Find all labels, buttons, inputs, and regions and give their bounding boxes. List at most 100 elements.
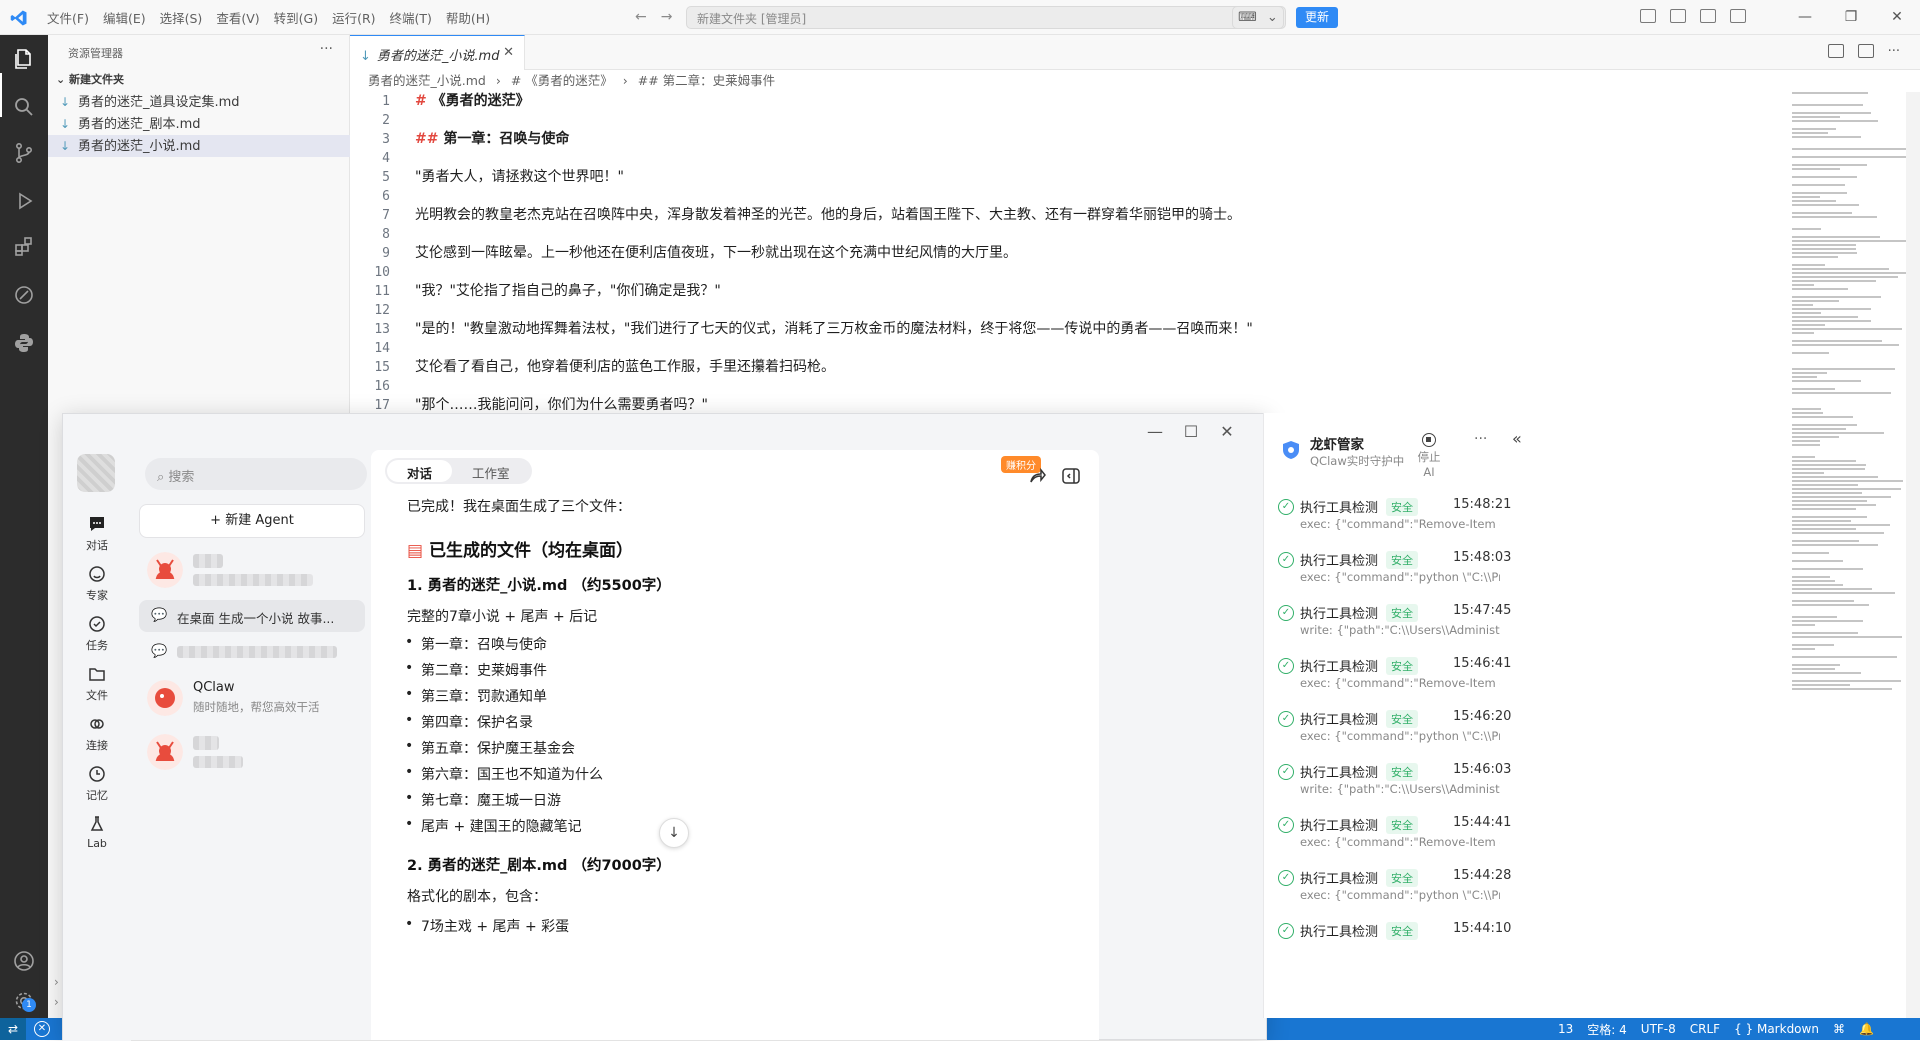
command-center[interactable]: 新建文件夹 [管理员] (686, 6, 1286, 29)
rail-connect[interactable]: 连接 (63, 714, 131, 753)
source-control-icon[interactable] (12, 141, 36, 165)
detection-item[interactable]: ✓ 执行工具检测 安全 15:48:03 exec: {"command":"pytho… (1278, 548, 1511, 598)
agent-item[interactable] (139, 730, 365, 774)
detection-item[interactable]: ✓ 执行工具检测 安全 15:48:21 exec: {"command":"Remov… (1278, 495, 1511, 545)
chevron-right-icon[interactable]: › (54, 995, 59, 1009)
python-icon[interactable] (12, 331, 36, 355)
status-encoding[interactable]: UTF-8 (1641, 1022, 1676, 1036)
detection-item[interactable]: ✓ 执行工具检测 安全 15:44:28 exec: {"command":"pytho… (1278, 866, 1511, 916)
breadcrumb-heading-2[interactable]: ## 第二章：史莱姆事件 (638, 73, 775, 88)
tab-active-file[interactable]: ↓ 勇者的迷茫_小说.md ✕ (350, 35, 525, 70)
toggle-secondary-sidebar-icon[interactable] (1730, 9, 1746, 23)
menu-edit[interactable]: 编辑(E) (96, 8, 153, 27)
search-icon[interactable] (12, 95, 36, 119)
status-line-col[interactable]: 13 (1558, 1022, 1573, 1036)
open-preview-icon[interactable] (1827, 44, 1844, 58)
rail-chat[interactable]: 对话 (63, 514, 131, 553)
search-input[interactable]: ⌕ 搜索 (145, 458, 367, 490)
stop-ai-button[interactable]: 停止AI (1414, 433, 1444, 479)
detection-item[interactable]: ✓ 执行工具检测 安全 15:44:41 exec: {"command":"Remov… (1278, 813, 1511, 863)
rail-files[interactable]: 文件 (63, 664, 131, 703)
restore-icon[interactable]: ❐ (1828, 0, 1874, 35)
toggle-panel-icon[interactable] (1700, 9, 1716, 23)
breadcrumb-file[interactable]: 勇者的迷茫_小说.md (368, 73, 486, 88)
safe-badge: 安全 (1386, 657, 1418, 675)
minimap-line (1792, 444, 1820, 446)
more-actions-icon[interactable]: ··· (1474, 431, 1487, 447)
close-icon[interactable]: ✕ (1874, 0, 1920, 35)
menu-terminal[interactable]: 终端(T) (383, 8, 439, 27)
chevron-right-icon[interactable]: › (54, 975, 59, 989)
user-avatar[interactable] (77, 454, 115, 492)
maximize-icon[interactable]: ☐ (1173, 420, 1209, 444)
close-icon[interactable]: ✕ (503, 45, 514, 60)
menu-selection[interactable]: 选择(S) (153, 8, 210, 27)
notifications-icon[interactable]: 🔔 (1859, 1022, 1874, 1036)
minimap-line (1792, 300, 1839, 302)
menu-help[interactable]: 帮助(H) (439, 8, 497, 27)
agent-item[interactable] (139, 548, 365, 592)
remote-explorer-icon[interactable] (12, 283, 36, 307)
scroll-to-bottom-button[interactable]: ↓ (659, 818, 689, 848)
run-debug-icon[interactable] (12, 189, 36, 213)
detection-item[interactable]: ✓ 执行工具检测 安全 15:44:10 (1278, 919, 1511, 969)
minimap-line (1792, 476, 1878, 478)
remote-indicator-icon[interactable]: ⇄ (0, 1018, 26, 1040)
more-actions-icon[interactable]: ··· (320, 41, 333, 57)
explorer-icon[interactable] (12, 47, 36, 71)
detection-item[interactable]: ✓ 执行工具检测 安全 15:46:03 write: {"path":"C:\\Use… (1278, 760, 1511, 810)
panel-toggle-icon[interactable] (1061, 466, 1081, 486)
chapter-item: 第五章：保护魔王基金会 (405, 738, 575, 758)
toggle-sidebar-icon[interactable] (1670, 9, 1686, 23)
back-arrow-icon[interactable]: ← (635, 9, 647, 25)
detection-item[interactable]: ✓ 执行工具检测 安全 15:46:41 exec: {"command":"Remov… (1278, 654, 1511, 704)
session-item[interactable]: 💬 (139, 636, 365, 668)
account-icon[interactable] (12, 949, 36, 973)
split-editor-icon[interactable] (1857, 44, 1874, 58)
editor-text-area[interactable]: 1 # 《勇者的迷茫》 2 3 ## 第一章：召唤与使命 4 5 "勇者大人，请拯救这… (350, 92, 1780, 413)
status-indentation[interactable]: 空格: 4 (1587, 1021, 1627, 1038)
more-actions-icon[interactable]: ··· (1888, 44, 1900, 59)
minimap-line (1792, 520, 1851, 522)
close-icon[interactable]: ✕ (1209, 420, 1245, 444)
rail-lab[interactable]: Lab (63, 814, 131, 850)
editor-scrollbar[interactable] (1906, 92, 1920, 1022)
update-button[interactable]: 更新 (1296, 7, 1338, 28)
detection-item[interactable]: ✓ 执行工具检测 安全 15:47:45 write: {"path":"C:\\Use… (1278, 601, 1511, 651)
extensions-icon[interactable] (12, 235, 36, 259)
share-icon[interactable] (1027, 466, 1047, 486)
minimap-line (1792, 240, 1908, 242)
status-eol[interactable]: CRLF (1690, 1022, 1720, 1036)
detection-name: 执行工具检测 (1300, 501, 1379, 516)
customize-layout-icon[interactable] (1640, 9, 1656, 23)
menu-file[interactable]: 文件(F) (40, 8, 96, 27)
rail-tasks[interactable]: 任务 (63, 614, 131, 653)
breadcrumb-heading-1[interactable]: # 《勇者的迷茫》 (511, 73, 613, 88)
file-item[interactable]: ↓ 勇者的迷茫_道具设定集.md (48, 91, 350, 113)
session-item-active[interactable]: 💬 在桌面 生成一个小说 故事... (139, 600, 365, 632)
file-item[interactable]: ↓ 勇者的迷茫_剧本.md (48, 113, 350, 135)
minimize-icon[interactable]: — (1137, 420, 1173, 444)
copilot-status-icon[interactable]: ⌘ (1833, 1022, 1845, 1036)
forward-arrow-icon[interactable]: → (661, 9, 673, 25)
problems-icon[interactable]: ✕ (34, 1021, 50, 1037)
menu-run[interactable]: 运行(R) (325, 8, 382, 27)
new-agent-button[interactable]: + 新建 Agent (139, 504, 365, 538)
detection-command: exec: {"command":"Remove-Item -Force... (1300, 676, 1500, 690)
menu-view[interactable]: 查看(V) (209, 8, 266, 27)
tab-studio[interactable]: 工作室 (452, 460, 530, 482)
folder-node[interactable]: ⌄ 新建文件夹 (56, 71, 124, 87)
status-language[interactable]: { } Markdown (1734, 1022, 1819, 1036)
minimap-line (1792, 408, 1821, 410)
agent-item-qclaw[interactable]: QClaw 随时随地，帮您高效干活 (139, 676, 365, 720)
detection-item[interactable]: ✓ 执行工具检测 安全 15:46:20 exec: {"command":"pytho… (1278, 707, 1511, 757)
copilot-button[interactable]: ⌨ ⌄ (1232, 6, 1284, 29)
tab-chat[interactable]: 对话 (387, 460, 453, 482)
file-item-selected[interactable]: ↓ 勇者的迷茫_小说.md (48, 135, 350, 157)
menu-go[interactable]: 转到(G) (267, 8, 325, 27)
minimap[interactable] (1780, 92, 1920, 1022)
rail-memory[interactable]: 记忆 (63, 764, 131, 803)
minimize-icon[interactable]: — (1782, 0, 1828, 35)
rail-experts[interactable]: 专家 (63, 564, 131, 603)
collapse-panel-icon[interactable]: « (1512, 429, 1522, 448)
